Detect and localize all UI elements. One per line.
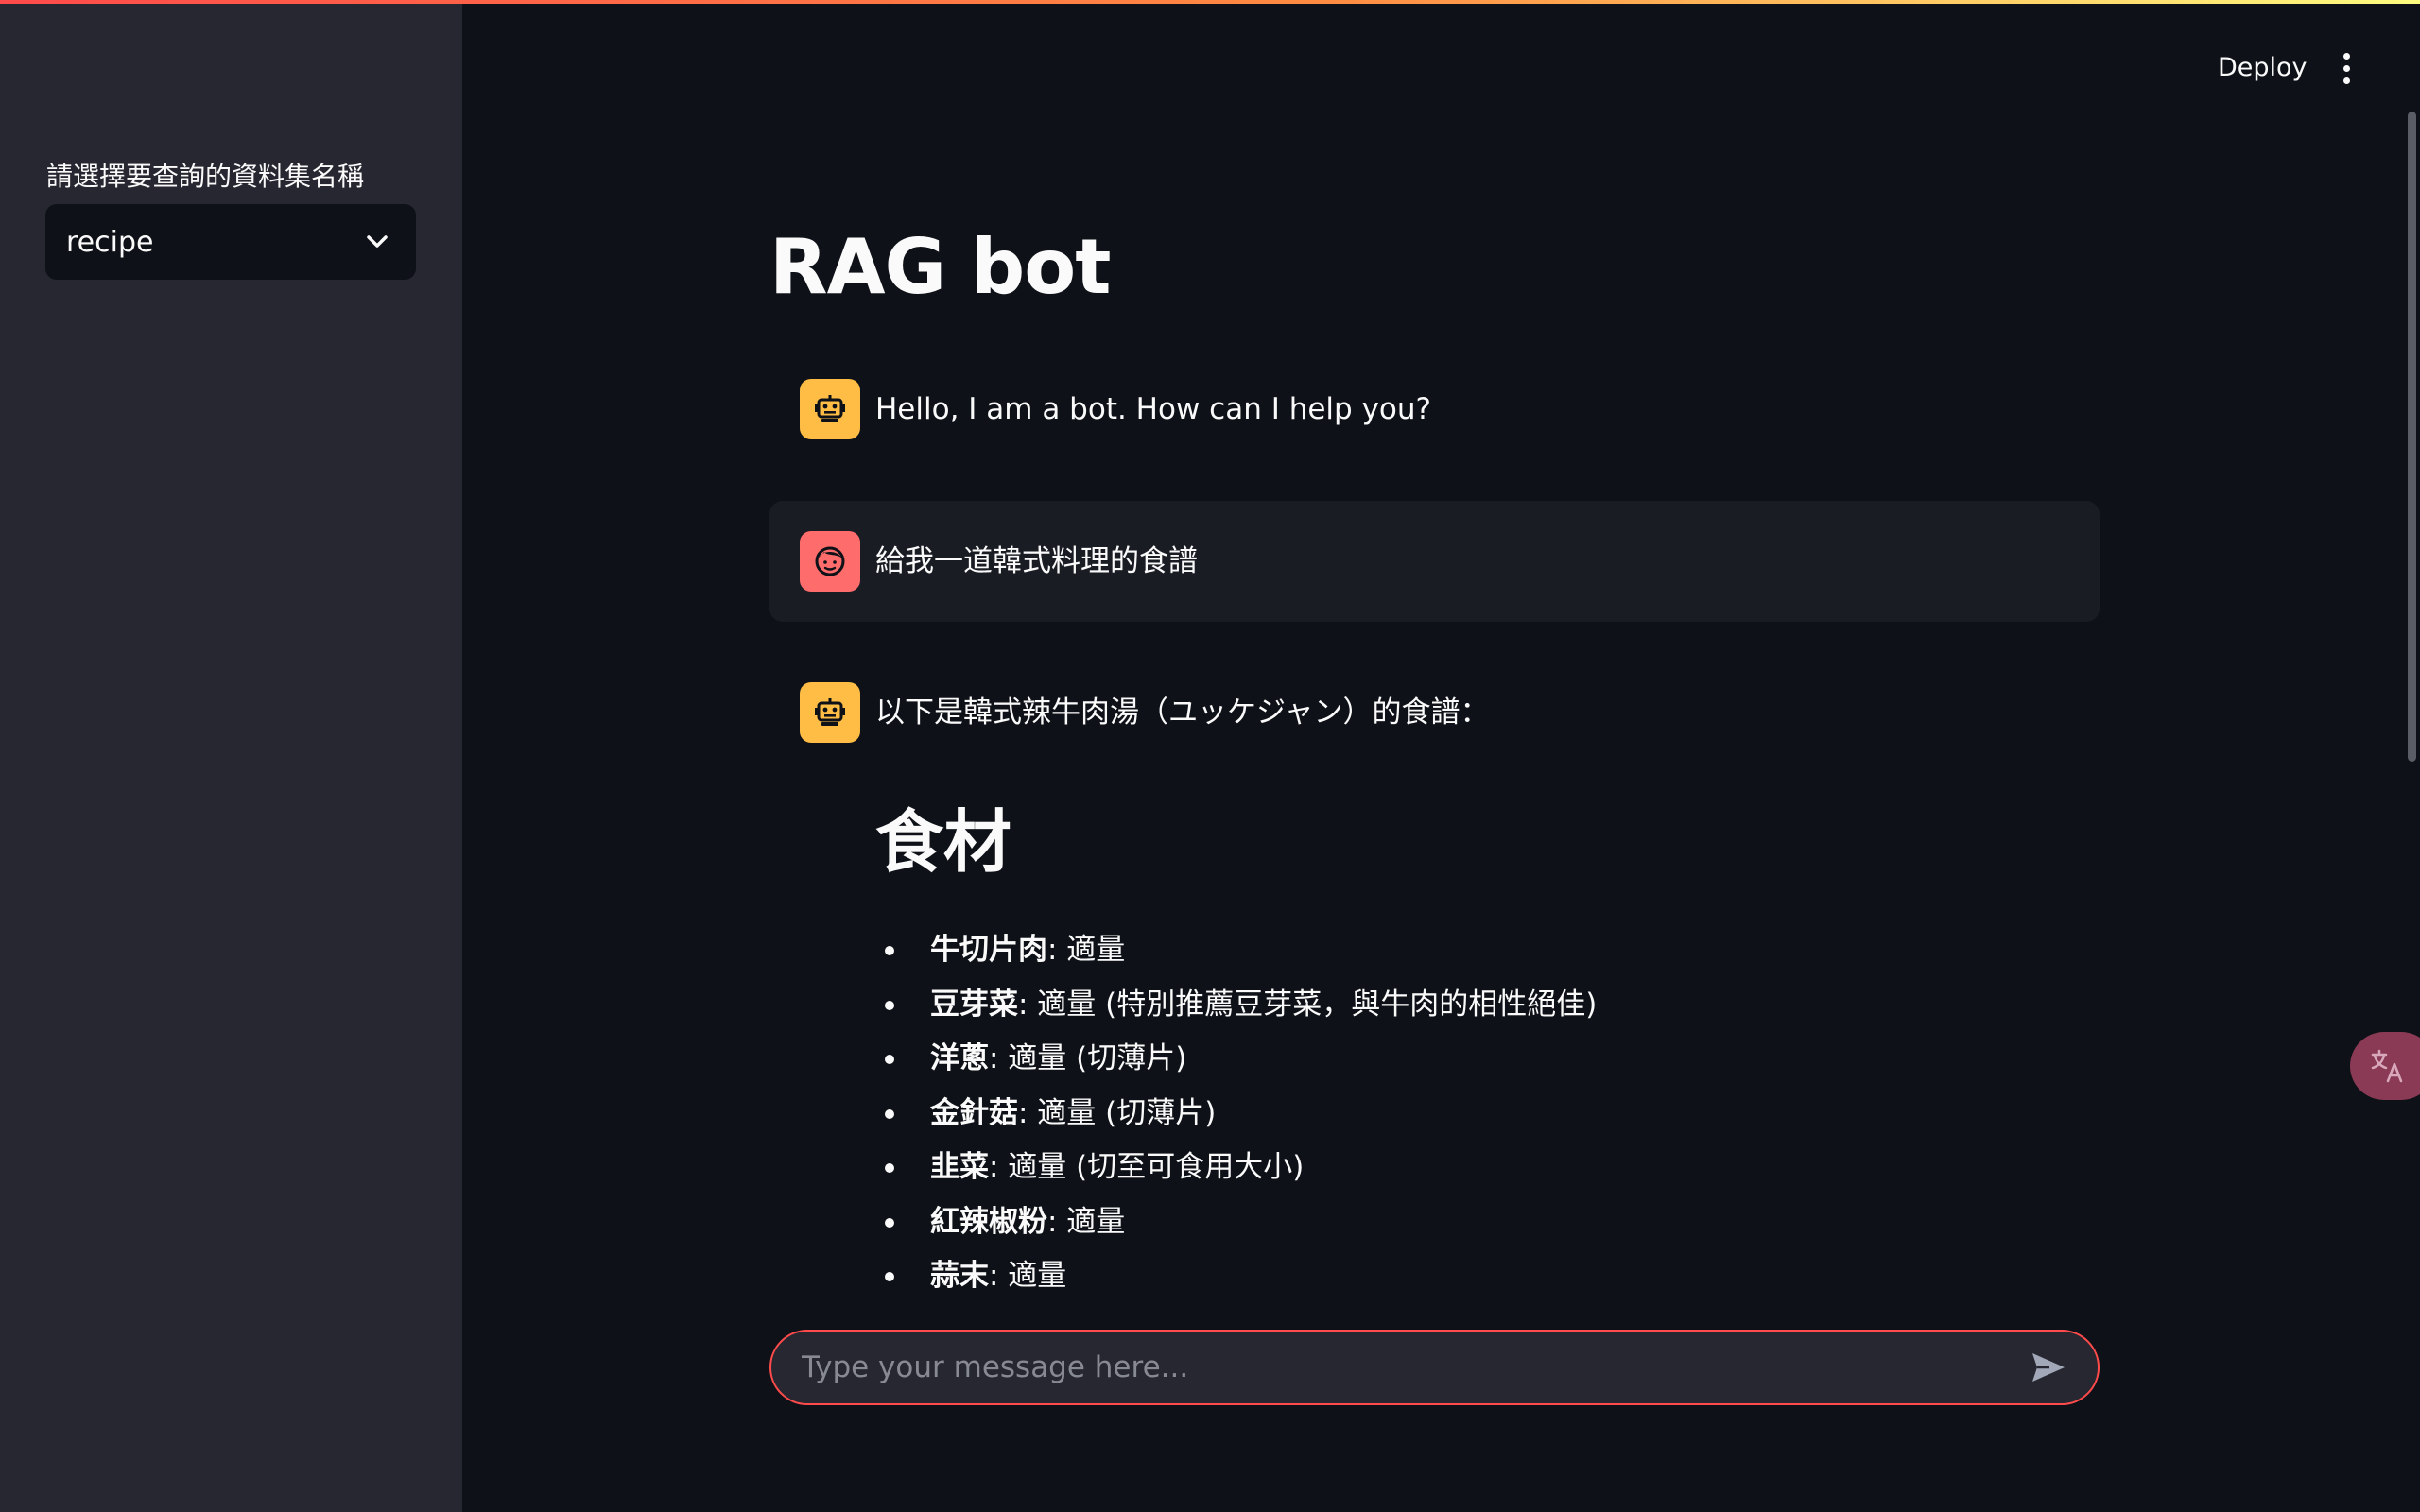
ingredient-detail: : 適量 (特別推薦豆芽菜，與牛肉的相性絕佳) [1018, 987, 1598, 1022]
list-item: 豆芽菜: 適量 (特別推薦豆芽菜，與牛肉的相性絕佳) [875, 978, 2104, 1033]
dataset-select-value: recipe [66, 225, 154, 259]
chat-message-assistant: Hello, I am a bot. How can I help you? [800, 379, 1431, 439]
chat-message-assistant: 以下是韓式辣牛肉湯（ユッケジャン）的食譜： [800, 682, 1489, 743]
top-decoration-bar [0, 0, 2420, 4]
chat-message-input[interactable] [802, 1350, 2028, 1384]
chat-input-container [769, 1330, 2100, 1405]
message-text: 給我一道韓式料理的食譜 [875, 544, 1198, 578]
deploy-button[interactable]: Deploy [2218, 53, 2308, 82]
ingredient-detail: : 適量 (切薄片) [989, 1041, 1187, 1075]
kebab-menu-icon[interactable] [2335, 49, 2358, 87]
ingredient-detail: : 適量 (切薄片) [1018, 1095, 1217, 1130]
list-item: 韭菜: 適量 (切至可食用大小) [875, 1141, 2104, 1195]
chat-message-user: 給我一道韓式料理的食譜 [800, 531, 1198, 592]
ingredient-detail: : 適量 [1047, 933, 1126, 967]
ingredient-name: 豆芽菜 [930, 987, 1018, 1022]
sidebar: 請選擇要查詢的資料集名稱 recipe [0, 0, 462, 1512]
message-text: Hello, I am a bot. How can I help you? [875, 392, 1431, 426]
ingredient-name: 牛切片肉 [930, 933, 1047, 967]
list-item: 洋蔥: 適量 (切薄片) [875, 1032, 2104, 1087]
ingredient-name: 金針菇 [930, 1095, 1018, 1130]
user-face-icon [800, 531, 860, 592]
recipe-content: 食材 牛切片肉: 適量 豆芽菜: 適量 (特別推薦豆芽菜，與牛肉的相性絕佳) 洋… [875, 784, 2104, 1295]
ingredient-name: 韭菜 [930, 1150, 989, 1184]
ingredient-detail: : 適量 (切至可食用大小) [989, 1150, 1305, 1184]
list-item: 金針菇: 適量 (切薄片) [875, 1087, 2104, 1142]
robot-icon [800, 379, 860, 439]
ingredients-heading: 食材 [875, 802, 1012, 882]
ingredient-detail: : 適量 [1047, 1204, 1126, 1239]
send-icon[interactable] [2028, 1347, 2069, 1388]
ingredient-detail: : 適量 [989, 1259, 1067, 1293]
message-intro: 以下是韓式辣牛肉湯（ユッケジャン）的食譜： [875, 696, 1490, 730]
page-title: RAG bot [769, 223, 1111, 311]
dataset-select-label: 請選擇要查詢的資料集名稱 [46, 161, 365, 192]
ingredients-list: 牛切片肉: 適量 豆芽菜: 適量 (特別推薦豆芽菜，與牛肉的相性絕佳) 洋蔥: … [875, 923, 2104, 1295]
ingredient-name: 紅辣椒粉 [930, 1204, 1047, 1239]
ingredient-name: 洋蔥 [930, 1041, 989, 1075]
list-item: 紅辣椒粉: 適量 [875, 1195, 2104, 1250]
list-item: 牛切片肉: 適量 [875, 923, 2104, 978]
list-item: 蒜末: 適量 [875, 1249, 2104, 1295]
robot-icon [800, 682, 860, 743]
dataset-select[interactable]: recipe [45, 204, 416, 280]
main-scrollbar[interactable] [2408, 112, 2416, 762]
translate-icon[interactable] [2350, 1032, 2420, 1100]
chevron-down-icon [365, 230, 389, 254]
ingredient-name: 蒜末 [930, 1259, 989, 1293]
